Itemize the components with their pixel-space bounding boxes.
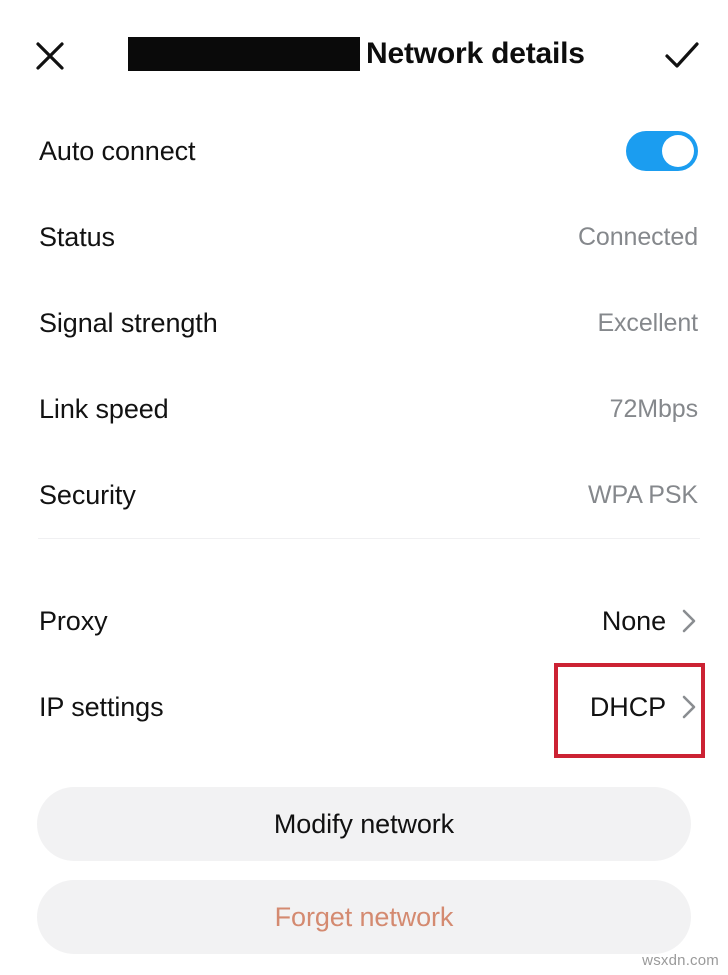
modify-network-button[interactable]: Modify network <box>37 787 691 861</box>
chevron-right-icon <box>680 607 698 635</box>
forget-network-button[interactable]: Forget network <box>37 880 691 954</box>
row-label: Proxy <box>39 606 108 636</box>
watermark: wsxdn.com <box>642 952 719 969</box>
row-label: Signal strength <box>39 308 218 338</box>
auto-connect-toggle[interactable] <box>626 131 698 171</box>
network-settings-list: Proxy None IP settings DHCP <box>0 578 728 750</box>
app-bar: Network details <box>0 0 728 108</box>
row-label: Security <box>39 480 136 510</box>
page-title: Network details <box>366 37 585 70</box>
row-status: Status Connected <box>0 194 728 280</box>
row-label: Auto connect <box>39 136 196 166</box>
row-value-group[interactable]: DHCP <box>590 691 698 723</box>
toggle-knob <box>662 135 694 167</box>
row-value: Excellent <box>597 309 698 337</box>
row-ip-settings[interactable]: IP settings DHCP <box>0 664 728 750</box>
row-label: Link speed <box>39 394 169 424</box>
row-value: DHCP <box>589 692 666 722</box>
row-label: IP settings <box>39 692 164 722</box>
check-icon[interactable] <box>660 36 704 76</box>
row-value: Connected <box>577 223 698 251</box>
network-detail-list: Auto connect Status Connected Signal str… <box>0 108 728 538</box>
row-value: WPA PSK <box>588 481 698 509</box>
row-value: None <box>601 606 666 636</box>
row-link-speed: Link speed 72Mbps <box>0 366 728 452</box>
forget-network-label: Forget network <box>274 902 454 932</box>
row-value: 72Mbps <box>609 395 698 423</box>
row-security: Security WPA PSK <box>0 452 728 538</box>
row-proxy[interactable]: Proxy None <box>0 578 728 664</box>
modify-network-label: Modify network <box>273 809 455 839</box>
row-auto-connect[interactable]: Auto connect <box>0 108 728 194</box>
chevron-right-icon <box>680 693 698 721</box>
network-details-screen: Network details Auto connect Status Conn… <box>0 0 728 975</box>
row-value-group[interactable]: None <box>602 605 698 637</box>
close-icon[interactable] <box>30 36 70 76</box>
section-divider <box>38 538 700 539</box>
redacted-network-name <box>128 37 360 71</box>
row-signal-strength: Signal strength Excellent <box>0 280 728 366</box>
row-label: Status <box>39 222 115 252</box>
